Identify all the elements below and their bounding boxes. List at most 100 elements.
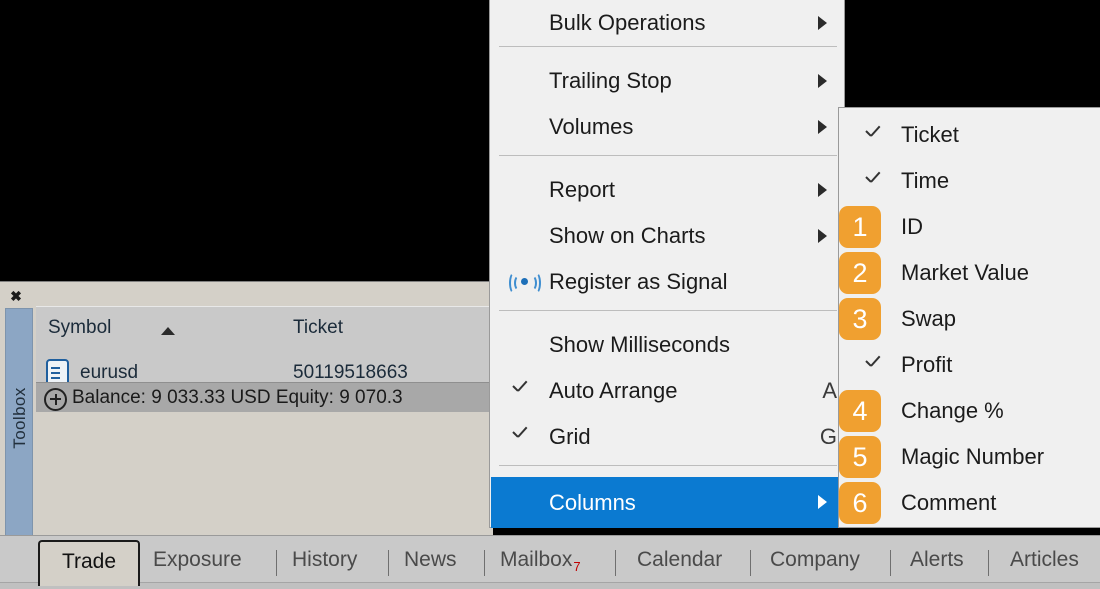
menu-item-columns-label: Columns <box>549 490 636 515</box>
menu-item-grid-accel: G <box>819 424 837 449</box>
cell-symbol-label: eurusd <box>80 362 139 383</box>
menu-item-show-milliseconds-label: Show Milliseconds <box>549 332 730 357</box>
tab-divider <box>276 550 277 576</box>
menu-item-volumes[interactable]: Volumes <box>491 104 845 150</box>
tab-exposure[interactable]: Exposure <box>153 548 242 578</box>
menu-item-show-milliseconds[interactable]: Show Milliseconds <box>491 322 845 368</box>
column-header-symbol-label: Symbol <box>48 317 112 338</box>
menu-separator <box>499 46 837 47</box>
submenu-item-change-percent-label: Change % <box>901 398 1004 423</box>
table-header-row: Symbol Ticket <box>36 306 493 356</box>
tab-history[interactable]: History <box>292 548 357 578</box>
context-menu: Bulk Operations Trailing Stop Volumes Re… <box>489 0 845 528</box>
columns-submenu: Ticket Time 1 ID 2 Market Value 3 Swap P… <box>838 107 1100 528</box>
menu-item-auto-arrange-label: Auto Arrange <box>549 378 678 403</box>
chevron-right-icon <box>818 183 827 197</box>
expand-icon[interactable] <box>44 388 67 411</box>
cell-ticket-label: 50119518663 <box>293 362 408 383</box>
menu-item-auto-arrange-accel: A <box>822 378 837 403</box>
tab-divider <box>750 550 751 576</box>
submenu-item-profit-label: Profit <box>901 352 953 377</box>
tab-divider <box>615 550 616 576</box>
checkmark-icon <box>513 430 531 440</box>
menu-separator <box>499 155 837 156</box>
trade-table: Symbol Ticket eurusd 50119518663 <box>36 306 493 398</box>
submenu-item-comment-label: Comment <box>901 490 997 515</box>
chevron-right-icon <box>818 120 827 134</box>
menu-item-auto-arrange[interactable]: Auto Arrange A <box>491 368 845 414</box>
chevron-right-icon <box>818 74 827 88</box>
submenu-item-time[interactable]: Time <box>839 158 1100 204</box>
tab-articles[interactable]: Articles <box>1010 548 1079 578</box>
menu-item-report-label: Report <box>549 177 616 202</box>
chevron-right-icon <box>818 229 827 243</box>
tab-mailbox-label: Mailbox <box>500 548 573 571</box>
tab-mailbox[interactable]: Mailbox7 <box>500 548 581 578</box>
toolbox-side-tab[interactable]: Toolbox <box>5 308 33 564</box>
menu-item-register-as-signal[interactable]: Register as Signal <box>491 259 845 305</box>
chevron-right-icon <box>818 495 827 509</box>
submenu-item-ticket[interactable]: Ticket <box>839 112 1100 158</box>
balance-summary-text: Balance: 9 033.33 USD Equity: 9 070.3 <box>72 387 403 408</box>
tab-divider <box>484 550 485 576</box>
submenu-item-profit[interactable]: Profit <box>839 342 1100 388</box>
tab-divider <box>890 550 891 576</box>
annotation-badge-2: 2 <box>839 252 881 294</box>
menu-item-bulk-operations[interactable]: Bulk Operations <box>491 0 845 46</box>
menu-item-trailing-stop-label: Trailing Stop <box>549 68 672 93</box>
tab-news[interactable]: News <box>404 548 457 578</box>
annotation-badge-6: 6 <box>839 482 881 524</box>
tab-alerts[interactable]: Alerts <box>910 548 964 578</box>
tab-divider <box>388 550 389 576</box>
tab-divider <box>988 550 989 576</box>
submenu-item-magic-number-label: Magic Number <box>901 444 1045 469</box>
menu-separator <box>499 465 837 466</box>
toolbox-side-tab-label: Toolbox <box>10 387 29 449</box>
tab-trade[interactable]: Trade <box>38 540 140 586</box>
tab-calendar[interactable]: Calendar <box>637 548 722 578</box>
toolbox-tabstrip: Trade Exposure History News Mailbox7 Cal… <box>0 535 1100 589</box>
menu-item-trailing-stop[interactable]: Trailing Stop <box>491 58 845 104</box>
submenu-item-change-percent[interactable]: 4 Change % <box>839 388 1100 434</box>
menu-item-bulk-operations-label: Bulk Operations <box>549 10 706 35</box>
tab-trade-label: Trade <box>61 550 117 573</box>
checkmark-icon <box>866 359 884 369</box>
checkmark-icon <box>866 129 884 139</box>
submenu-item-time-label: Time <box>901 168 950 193</box>
tab-mailbox-badge: 7 <box>573 559 581 575</box>
menu-item-show-on-charts-label: Show on Charts <box>549 223 706 248</box>
submenu-item-comment[interactable]: 6 Comment <box>839 480 1100 526</box>
annotation-badge-4: 4 <box>839 390 881 432</box>
submenu-item-ticket-label: Ticket <box>901 122 959 147</box>
menu-item-grid-label: Grid <box>549 424 591 449</box>
menu-separator <box>499 310 837 311</box>
submenu-item-swap-label: Swap <box>901 306 957 331</box>
submenu-item-swap[interactable]: 3 Swap <box>839 296 1100 342</box>
checkmark-icon <box>866 175 884 185</box>
signal-icon <box>506 271 542 294</box>
column-header-ticket-label: Ticket <box>293 317 343 338</box>
tab-company[interactable]: Company <box>770 548 860 578</box>
chevron-right-icon <box>818 16 827 30</box>
balance-summary-row[interactable]: Balance: 9 033.33 USD Equity: 9 070.3 <box>36 382 493 413</box>
toolbox-empty-area <box>36 412 493 525</box>
menu-item-show-on-charts[interactable]: Show on Charts <box>491 213 845 259</box>
column-header-ticket[interactable]: Ticket <box>281 306 483 356</box>
sort-ascending-icon <box>161 327 175 335</box>
submenu-item-market-value-label: Market Value <box>901 260 1029 285</box>
annotation-badge-1: 1 <box>839 206 881 248</box>
annotation-badge-5: 5 <box>839 436 881 478</box>
submenu-item-market-value[interactable]: 2 Market Value <box>839 250 1100 296</box>
checkmark-icon <box>513 384 531 394</box>
submenu-item-id[interactable]: 1 ID <box>839 204 1100 250</box>
menu-item-report[interactable]: Report <box>491 167 845 213</box>
submenu-item-id-label: ID <box>901 214 923 239</box>
submenu-item-magic-number[interactable]: 5 Magic Number <box>839 434 1100 480</box>
menu-item-grid[interactable]: Grid G <box>491 414 845 460</box>
column-header-symbol[interactable]: Symbol <box>36 306 282 356</box>
menu-item-columns[interactable]: Columns <box>491 477 845 528</box>
menu-item-register-as-signal-label: Register as Signal <box>549 269 728 294</box>
annotation-badge-3: 3 <box>839 298 881 340</box>
menu-item-volumes-label: Volumes <box>549 114 634 139</box>
close-icon[interactable]: ✖ <box>8 288 24 304</box>
